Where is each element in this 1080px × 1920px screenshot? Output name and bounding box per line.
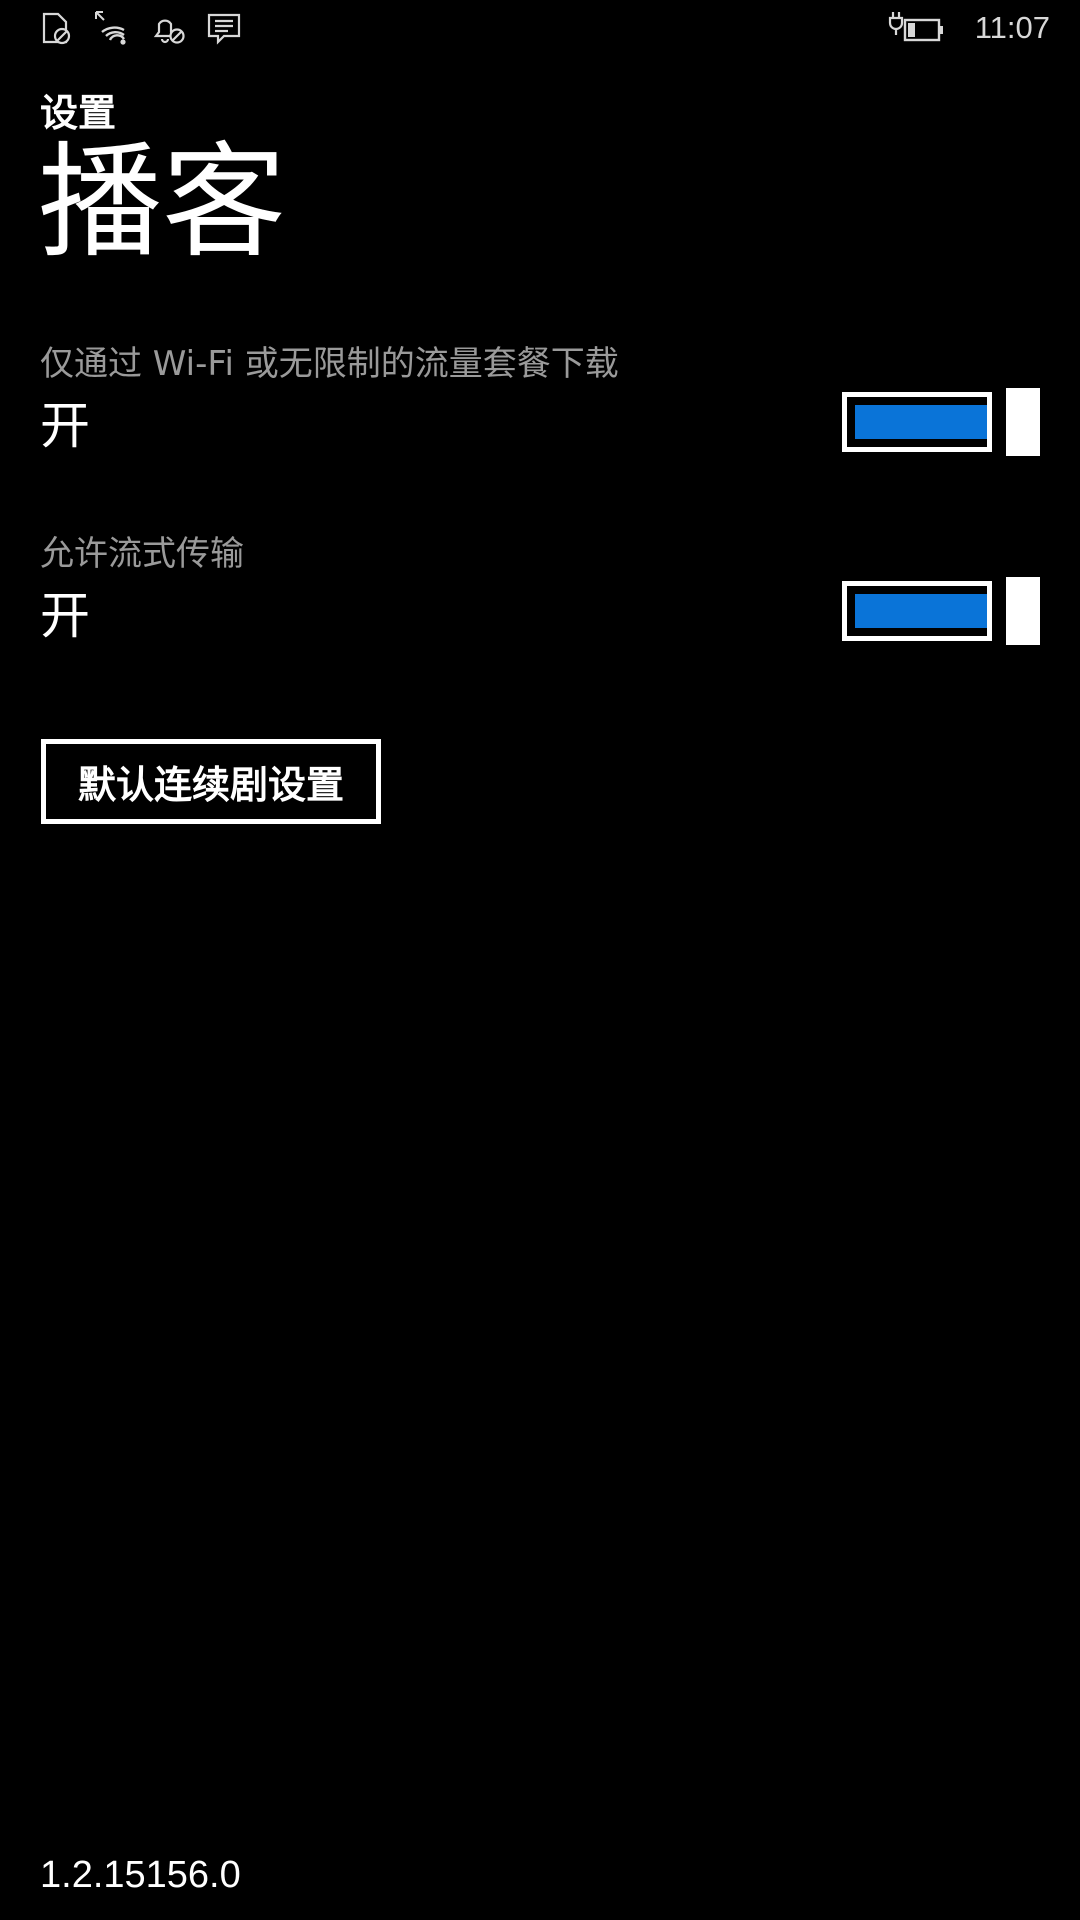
battery-charging-icon xyxy=(888,12,943,42)
setting-label: 仅通过 Wi-Fi 或无限制的流量套餐下载 xyxy=(40,344,619,384)
wifi-icon xyxy=(95,11,126,45)
toggle-thumb[interactable] xyxy=(1006,388,1040,456)
toggle-track xyxy=(842,581,992,641)
clock: 11:07 xyxy=(974,10,1050,45)
setting-state-text: 开 xyxy=(40,587,90,645)
version-text: 1.2.15156.0 xyxy=(40,1854,241,1896)
no-sim-icon xyxy=(42,12,71,45)
wifi-only-download-toggle[interactable] xyxy=(842,388,1040,456)
toggle-fill xyxy=(855,594,987,628)
setting-state-text: 开 xyxy=(40,397,90,455)
status-bar: 11:07 xyxy=(0,0,1080,60)
default-series-settings-button[interactable]: 默认连续剧设置 xyxy=(41,739,381,824)
status-right: 11:07 xyxy=(887,8,1050,48)
toggle-track xyxy=(842,392,992,452)
allow-streaming-toggle[interactable] xyxy=(842,577,1040,645)
toggle-thumb[interactable] xyxy=(1006,577,1040,645)
quiet-hours-icon xyxy=(153,19,185,44)
page-title: 播客 xyxy=(38,131,287,275)
setting-label: 允许流式传输 xyxy=(40,534,244,574)
status-icons xyxy=(38,10,242,46)
message-icon xyxy=(207,13,241,45)
toggle-fill xyxy=(855,405,987,439)
